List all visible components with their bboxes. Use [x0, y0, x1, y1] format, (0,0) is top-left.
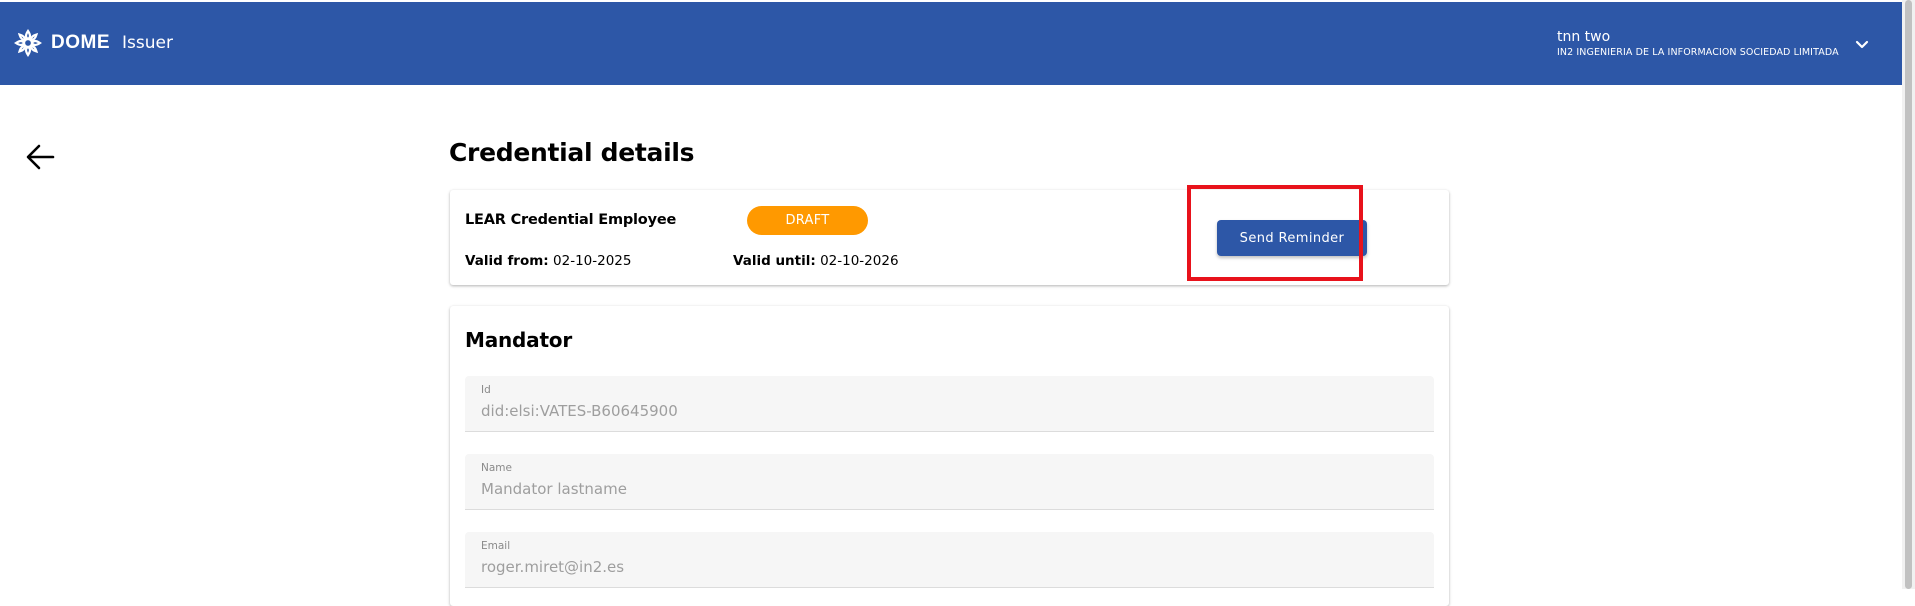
valid-until: Valid until: 02-10-2026 [733, 253, 899, 269]
brand-suffix: Issuer [122, 33, 173, 53]
mandator-id-field[interactable]: Id [465, 376, 1434, 432]
send-reminder-button[interactable]: Send Reminder [1217, 220, 1367, 256]
credential-summary-card: LEAR Credential Employee DRAFT Valid fro… [450, 190, 1449, 285]
page-scrollbar[interactable] [1902, 0, 1915, 589]
field-label: Email [481, 540, 511, 552]
user-name: tnn two [1557, 29, 1611, 45]
status-badge: DRAFT [747, 206, 868, 235]
chevron-down-icon[interactable] [1853, 37, 1871, 51]
field-label: Id [481, 384, 491, 396]
user-organization: IN2 INGENIERIA DE LA INFORMACION SOCIEDA… [1557, 47, 1839, 58]
scrollbar-thumb[interactable] [1905, 0, 1912, 589]
valid-from-value: 02-10-2025 [553, 253, 632, 269]
valid-from-label: Valid from: [465, 253, 549, 269]
mandator-email-input[interactable] [481, 558, 1381, 576]
brand[interactable]: DOME Issuer [13, 28, 173, 58]
valid-from: Valid from: 02-10-2025 [465, 253, 631, 269]
brand-name: DOME [51, 32, 110, 53]
credential-type: LEAR Credential Employee [465, 212, 677, 228]
mandator-email-field[interactable]: Email [465, 532, 1434, 588]
mandator-name-field[interactable]: Name [465, 454, 1434, 510]
mandator-name-input[interactable] [481, 480, 1381, 498]
page-title: Credential details [449, 138, 695, 167]
mandator-card: Mandator Id Name Email [450, 306, 1449, 606]
user-menu[interactable]: tnn two IN2 INGENIERIA DE LA INFORMACION… [1557, 28, 1839, 60]
valid-until-value: 02-10-2026 [820, 253, 899, 269]
top-app-bar: DOME Issuer tnn two IN2 INGENIERIA DE LA… [0, 2, 1902, 85]
dome-logo-icon [13, 28, 43, 58]
mandator-title: Mandator [465, 328, 573, 352]
mandator-id-input[interactable] [481, 402, 1381, 420]
valid-until-label: Valid until: [733, 253, 816, 269]
arrow-left-icon[interactable] [25, 143, 55, 171]
field-label: Name [481, 462, 512, 474]
